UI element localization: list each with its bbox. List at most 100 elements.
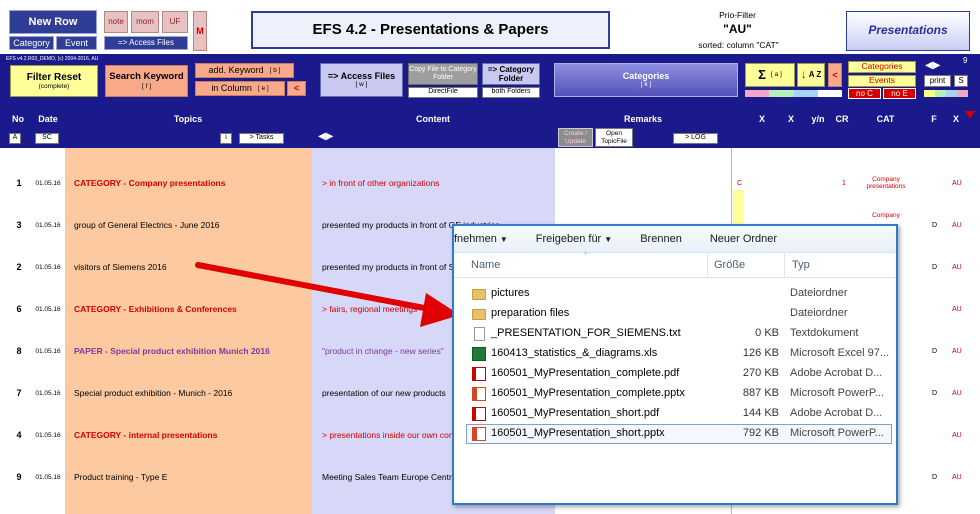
nav-arrows-icon[interactable]: ◀▶ — [925, 60, 940, 71]
col-cr: CR — [835, 114, 849, 124]
open-topicfile-button[interactable]: Open TopicFile — [595, 128, 633, 147]
file-row[interactable]: pictures Dateiordner — [454, 284, 896, 304]
row-d: D — [932, 263, 938, 271]
sort-indicator-icon — [965, 111, 975, 119]
powerpoint-icon — [472, 427, 486, 441]
file-type: Adobe Acrobat D... — [790, 367, 883, 379]
row-topic: CATEGORY - internal presentations — [74, 430, 218, 440]
row-au: AU — [952, 221, 962, 229]
sort-az-button[interactable]: ↓ A Z — [797, 63, 825, 87]
sum-button[interactable]: Σ [ a ] — [745, 63, 795, 87]
table-row[interactable]: 1 01.05.16 CATEGORY - Company presentati… — [0, 162, 980, 204]
row-no: 3 — [16, 220, 22, 230]
search-keyword-button[interactable]: Search Keyword[ f ] — [105, 65, 188, 97]
filter-reset-button[interactable]: Filter Reset (complete) — [10, 65, 98, 97]
info-button[interactable]: i — [220, 133, 232, 144]
new-folder-menu[interactable]: Neuer Ordner — [710, 233, 777, 245]
category-folder-button[interactable]: => Category Folder — [482, 63, 540, 85]
file-name: 160501_MyPresentation_short.pptx — [491, 427, 665, 439]
add-keyword-label: add. Keyword — [208, 65, 264, 76]
events-filter-button[interactable]: Events — [848, 75, 916, 87]
filter-reset-label: Filter Reset — [26, 71, 82, 83]
file-row-selected[interactable]: 160501_MyPresentation_short.pptx 792 KB … — [466, 424, 892, 444]
row-date: 01.05.16 — [35, 347, 61, 355]
in-column-button[interactable]: in Column [ e ] — [195, 81, 285, 96]
swatch-green — [769, 90, 794, 97]
file-row[interactable]: 160501_MyPresentation_complete.pptx 887 … — [454, 384, 896, 404]
no-c-button[interactable]: no C — [848, 88, 881, 99]
mom-button[interactable]: mom — [131, 11, 159, 33]
mini-swatch-green — [935, 90, 946, 97]
category-button[interactable]: Category — [9, 36, 54, 50]
col-x3: X — [952, 114, 959, 124]
header-divider — [707, 253, 708, 278]
presentations-button[interactable]: Presentations — [846, 11, 970, 51]
print-button[interactable]: print — [924, 75, 951, 87]
s-button[interactable]: S — [954, 75, 968, 87]
event-button[interactable]: Event — [56, 36, 97, 50]
content-arrows-icon[interactable]: ◀▶ — [318, 131, 333, 142]
row-content: > in front of other organizations — [322, 178, 440, 188]
powerpoint-icon — [472, 387, 486, 401]
file-name: 160501_MyPresentation_complete.pptx — [491, 387, 685, 399]
a-button[interactable]: A — [9, 133, 21, 144]
share-with-menu[interactable]: Freigeben für ▼ — [536, 233, 612, 245]
col-yn: y/n — [811, 114, 825, 124]
no-e-button[interactable]: no E — [883, 88, 916, 99]
file-row[interactable]: preparation files Dateiordner — [454, 304, 896, 324]
uf-button[interactable]: UF — [162, 11, 188, 33]
file-row[interactable]: 160501_MyPresentation_short.pdf 144 KB A… — [454, 404, 896, 424]
sort-up-icon: ^ — [584, 252, 588, 259]
sc-button[interactable]: SC — [35, 133, 59, 144]
row-au: AU — [952, 179, 962, 187]
add-keyword-button[interactable]: add. Keyword [ b ] — [195, 63, 294, 78]
access-files-small-button[interactable]: => Access Files — [104, 36, 188, 50]
categories-bar-label: Categories — [622, 71, 670, 82]
file-type: Adobe Acrobat D... — [790, 407, 883, 419]
explorer-command-bar: fnehmen ▼ Freigeben für ▼ Brennen Neuer … — [454, 226, 896, 253]
prio-filter-value: "AU" — [723, 22, 752, 36]
file-name: _PRESENTATION_FOR_SIEMENS.txt — [491, 327, 681, 339]
row-au: AU — [952, 431, 962, 439]
file-size: 0 KB — [755, 327, 779, 339]
new-row-button[interactable]: New Row — [9, 10, 97, 34]
both-folders-button[interactable]: both Folders — [482, 87, 540, 98]
header-size[interactable]: Größe — [714, 259, 745, 271]
in-column-key: [ e ] — [257, 84, 269, 92]
file-explorer-window[interactable]: fnehmen ▼ Freigeben für ▼ Brennen Neuer … — [452, 224, 898, 505]
swatch-blue — [793, 90, 818, 97]
direct-file-button[interactable]: DirectFile — [408, 87, 478, 98]
access-files-button[interactable]: => Access Files[ w ] — [320, 63, 403, 97]
log-button[interactable]: > LOG — [673, 133, 718, 144]
row-x: C — [737, 179, 743, 187]
file-row[interactable]: _PRESENTATION_FOR_SIEMENS.txt 0 KB Textd… — [454, 324, 896, 344]
note-button[interactable]: note — [104, 11, 128, 33]
categories-bar-key: [ k ] — [640, 81, 652, 89]
categories-filter-button[interactable]: Categories — [848, 61, 916, 73]
file-row[interactable]: 160501_MyPresentation_complete.pdf 270 K… — [454, 364, 896, 384]
header-type[interactable]: Typ — [792, 259, 810, 271]
share-menu-partial[interactable]: fnehmen ▼ — [454, 233, 508, 245]
m-flag[interactable]: M — [193, 11, 207, 51]
col-cat: CAT — [876, 114, 895, 124]
filter-reset-sub: (complete) — [38, 83, 70, 91]
access-files-label: => Access Files — [327, 71, 396, 82]
copy-file-button[interactable]: Copy File to Category Folder — [408, 63, 478, 85]
row-topic: CATEGORY - Company presentations — [74, 178, 226, 188]
row-date: 01.05.16 — [35, 389, 61, 397]
sort-back-button[interactable]: < — [828, 63, 842, 87]
in-column-back-button[interactable]: < — [287, 81, 306, 96]
chevron-down-icon: ▼ — [604, 235, 613, 244]
row-no: 7 — [16, 388, 22, 398]
tasks-button[interactable]: > Tasks — [239, 133, 284, 144]
sort-az-label: A Z — [808, 70, 822, 80]
create-update-button[interactable]: Create / Update — [558, 128, 593, 147]
row-cat: Company presentations — [866, 176, 906, 190]
file-type: Textdokument — [790, 327, 859, 339]
categories-bar-button[interactable]: Categories[ k ] — [554, 63, 738, 97]
row-no: 2 — [16, 262, 22, 272]
file-row[interactable]: 160413_statistics_&_diagrams.xls 126 KB … — [454, 344, 896, 364]
header-name[interactable]: Name — [471, 259, 500, 271]
burn-menu[interactable]: Brennen — [640, 233, 682, 245]
row-topic: Product training - Type E — [74, 472, 168, 482]
